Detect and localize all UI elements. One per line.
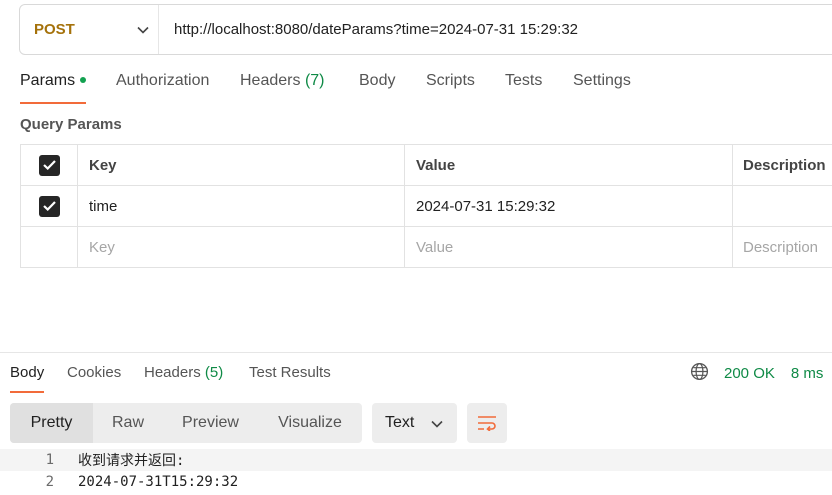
response-tab-headers[interactable]: Headers (5) bbox=[144, 364, 223, 394]
status-code[interactable]: 200 OK bbox=[724, 365, 775, 382]
view-raw[interactable]: Raw bbox=[93, 403, 163, 443]
url-input[interactable]: http://localhost:8080/dateParams?time=20… bbox=[159, 21, 578, 38]
view-visualize[interactable]: Visualize bbox=[258, 403, 362, 443]
format-label: Text bbox=[385, 414, 415, 431]
column-header-value: Value bbox=[405, 145, 733, 185]
tab-scripts[interactable]: Scripts bbox=[426, 72, 475, 104]
response-time[interactable]: 8 ms bbox=[791, 365, 824, 382]
view-preview[interactable]: Preview bbox=[163, 403, 258, 443]
tab-settings[interactable]: Settings bbox=[573, 72, 631, 104]
check-icon bbox=[42, 201, 56, 211]
view-mode-segment: Pretty Raw Preview Visualize bbox=[10, 403, 362, 443]
params-table: Key Value Description time 2024-07-31 15… bbox=[20, 144, 832, 268]
tab-headers[interactable]: Headers (7) bbox=[240, 72, 325, 104]
table-header-row: Key Value Description bbox=[21, 145, 832, 186]
row-checkbox-cell[interactable] bbox=[21, 186, 78, 226]
new-description-input[interactable]: Description bbox=[733, 227, 832, 267]
param-description-cell[interactable] bbox=[733, 186, 832, 226]
tab-label: Body bbox=[359, 72, 396, 89]
chevron-down-icon bbox=[431, 415, 443, 433]
code-line: 1 收到请求并返回: bbox=[0, 449, 832, 471]
param-key-cell[interactable]: time bbox=[78, 186, 405, 226]
tab-label: Params bbox=[20, 72, 76, 89]
check-icon bbox=[42, 160, 56, 170]
method-dropdown[interactable]: POST bbox=[20, 5, 159, 54]
wrap-lines-button[interactable] bbox=[467, 403, 507, 443]
new-key-input[interactable]: Key bbox=[78, 227, 405, 267]
tab-body[interactable]: Body bbox=[359, 72, 395, 104]
line-number: 2 bbox=[45, 474, 54, 490]
column-header-description: Description bbox=[743, 156, 826, 174]
empty-checkbox-cell bbox=[21, 227, 78, 267]
column-header-key: Key bbox=[78, 145, 405, 185]
select-all-cell[interactable] bbox=[21, 145, 78, 185]
request-url-bar: POST http://localhost:8080/dateParams?ti… bbox=[19, 4, 832, 55]
tab-label: Settings bbox=[573, 72, 631, 89]
tab-label: Body bbox=[10, 364, 45, 381]
tab-params[interactable]: Params bbox=[20, 72, 87, 104]
view-pretty[interactable]: Pretty bbox=[10, 403, 93, 443]
tab-label: Cookies bbox=[67, 364, 122, 381]
response-tab-test-results[interactable]: Test Results bbox=[249, 364, 331, 394]
new-value-input[interactable]: Value bbox=[405, 227, 733, 267]
chevron-down-icon bbox=[128, 26, 158, 34]
query-params-title: Query Params bbox=[20, 116, 122, 133]
response-headers-count: (5) bbox=[204, 364, 224, 381]
select-all-checkbox[interactable] bbox=[38, 154, 60, 176]
line-text: 2024-07-31T15:29:32 bbox=[78, 474, 239, 490]
response-body[interactable]: 1 收到请求并返回: 2 2024-07-31T15:29:32 bbox=[0, 449, 832, 493]
line-text: 收到请求并返回: bbox=[78, 453, 185, 469]
globe-icon[interactable] bbox=[690, 362, 709, 385]
tab-tests[interactable]: Tests bbox=[505, 72, 542, 104]
method-label: POST bbox=[34, 21, 75, 38]
headers-count: (7) bbox=[304, 72, 325, 89]
row-checkbox[interactable] bbox=[38, 195, 60, 217]
response-divider bbox=[0, 352, 832, 353]
tab-label: Authorization bbox=[116, 72, 210, 89]
tab-label: Tests bbox=[505, 72, 543, 89]
tab-label: Scripts bbox=[426, 72, 475, 89]
response-tab-body[interactable]: Body bbox=[10, 364, 45, 394]
format-dropdown[interactable]: Text bbox=[372, 403, 457, 443]
response-status-area: 200 OK 8 ms bbox=[690, 362, 823, 384]
wrap-lines-icon bbox=[478, 416, 496, 431]
code-line: 2 2024-07-31T15:29:32 bbox=[0, 471, 832, 493]
response-tab-cookies[interactable]: Cookies bbox=[67, 364, 121, 394]
tab-label: Headers bbox=[240, 72, 301, 89]
tab-authorization[interactable]: Authorization bbox=[116, 72, 209, 104]
table-row: time 2024-07-31 15:29:32 bbox=[21, 186, 832, 227]
tab-label: Headers bbox=[144, 364, 201, 381]
params-active-dot bbox=[80, 76, 87, 83]
table-row-new: Key Value Description bbox=[21, 227, 832, 268]
line-number: 1 bbox=[45, 452, 54, 468]
param-value-cell[interactable]: 2024-07-31 15:29:32 bbox=[405, 186, 733, 226]
tab-label: Test Results bbox=[249, 364, 331, 381]
